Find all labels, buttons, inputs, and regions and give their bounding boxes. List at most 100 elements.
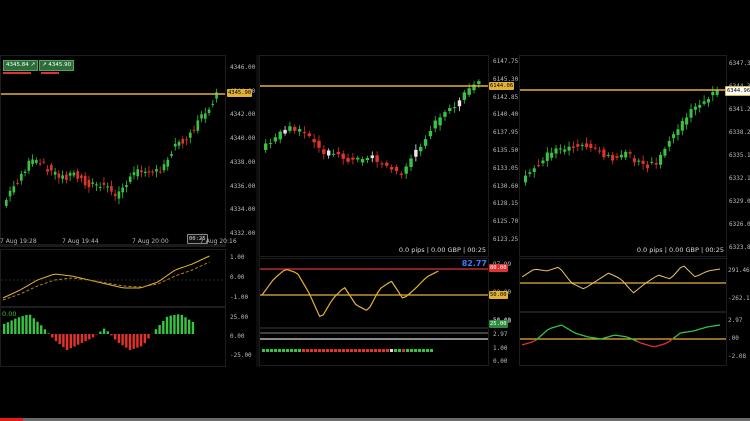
candle-body [399,173,404,175]
axis-tick-label: 6142.85 [493,93,519,101]
osc-segment [590,336,595,339]
candle-body [528,172,532,174]
axis-tick-label: 6335.15 [729,152,750,159]
histogram-bar [84,334,87,342]
axis-tick-label: 25.00 [230,314,249,321]
osc-segment [701,326,706,330]
candle-body [394,166,399,172]
sell-price: 4345.84 [6,62,29,68]
axis-tick-label: 6130.60 [493,182,519,190]
candle-body [80,175,83,179]
candle-body [567,146,571,151]
signal-dot [266,349,269,352]
signal-dot [326,349,329,352]
candle-body [173,143,177,147]
histogram-bar [40,325,43,334]
candle-body [602,149,606,158]
osc-segment [604,336,609,339]
candle-body [711,91,715,96]
osc-segment [691,329,695,333]
rsi-low-flag: 50.00 [489,291,508,299]
osc-segment [586,335,591,339]
candle-body [389,167,394,170]
axis-tick-label: 4338.00 [230,158,256,166]
osc-segment [712,324,717,327]
left-osc1-axis: 1.00 0.00 -1.00 [228,249,256,305]
histogram-bar [139,334,143,347]
candle-body [8,190,12,197]
candle-body [554,148,558,154]
candle-body [264,143,268,150]
middle-rsi-pane[interactable]: 82.77 [259,258,489,328]
histogram-bar [54,334,58,342]
candle-body [356,157,360,160]
candle-body [302,132,307,134]
candle-body [268,143,273,145]
candle-body [467,88,471,95]
left-osc1-pane[interactable] [0,249,226,307]
right-candles [520,86,726,186]
histogram-bar [77,334,80,345]
candle-body [155,168,158,172]
buy-button[interactable]: ↗ 4345.90 [39,60,75,71]
axis-tick-label: 2.97 [493,331,508,339]
candle-body [589,143,593,149]
candle-body [331,153,336,155]
left-chart-panel: 4345.84 ↗ ↗ 4345.90 00:25 4346.004344.00… [0,55,256,367]
axis-tick-label: 291.4604 [728,267,750,274]
left-histogram [3,314,195,350]
histogram-bar [102,328,106,334]
osc-segment [575,332,580,336]
right-price-pane[interactable]: 0.0 pips | 0.00 GBP | 00:25 [519,55,727,257]
middle-price-pane[interactable]: 0.0 pips | 0.00 GBP | 00:25 [259,55,489,257]
osc-segment [647,344,652,347]
left-price-pane[interactable]: 4345.84 ↗ ↗ 4345.90 00:25 [0,55,226,247]
osc-segment [525,342,530,345]
osc-segment [716,324,721,327]
candle-body [462,92,467,100]
osc-segment [572,330,577,334]
candle-body [27,160,31,171]
histogram-bar [65,334,69,350]
axis-tick-label: 1.00 [230,254,245,261]
right-osc2-pane[interactable] [519,312,727,366]
signal-dot [366,349,369,352]
histogram-bar [28,314,32,334]
histogram-bar [91,334,95,338]
osc-segment [658,343,663,347]
middle-osc3-pane[interactable] [259,328,489,366]
right-osc1-pane[interactable] [519,258,727,312]
histogram-bar [10,320,13,334]
candle-body [132,172,136,176]
sell-button[interactable]: 4345.84 ↗ [3,60,39,71]
candle-body [95,184,98,186]
axis-tick-label: 6326.00 [729,221,750,228]
axis-tick-label: 4342.00 [230,111,256,119]
candle-body [207,109,211,114]
histogram-bar [128,334,132,350]
candle-body [185,139,188,141]
signal-dot [354,349,357,352]
osc-segment [705,325,710,329]
candle-body [170,154,173,156]
candle-body [196,120,200,131]
candle-body [584,143,589,148]
candle-body [177,141,181,146]
left-price-axis: 4346.004344.004342.004340.004338.004336.… [228,55,256,245]
candle-body [121,187,125,193]
axis-tick-label: 0.00 [230,333,245,340]
left-osc2-pane[interactable]: 0.00 [0,307,226,367]
signal-dot [430,349,433,352]
middle-current-price: 6144.06 [489,82,515,90]
middle-chart-panel: 0.0 pips | 0.00 GBP | 00:25 6147.75 6145.… [259,55,519,367]
candle-body [443,112,447,117]
signal-dot [418,349,421,352]
osc-segment [619,335,623,337]
candle-body [423,139,428,146]
osc-segment [557,324,562,327]
osc-segment [550,326,555,329]
osc-segment [539,332,545,338]
candle-body [125,185,128,188]
candle-body [53,171,57,175]
histogram-bar [188,319,191,334]
